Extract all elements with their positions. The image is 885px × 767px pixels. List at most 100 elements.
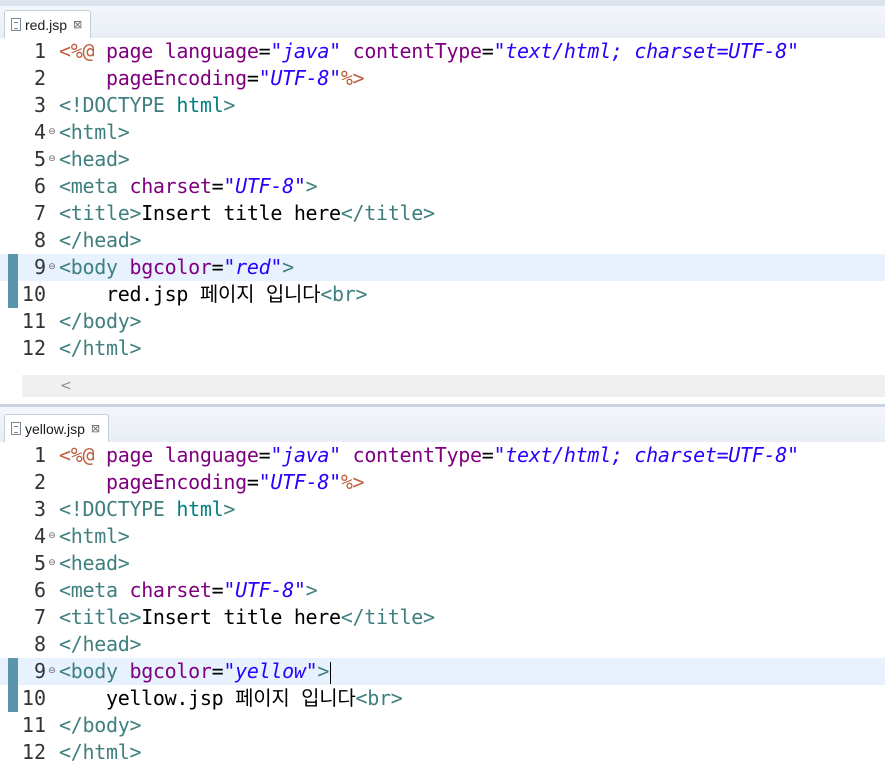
code-token: = bbox=[258, 443, 271, 467]
code-line[interactable]: 6 <meta charset="UTF-8"> bbox=[0, 173, 885, 200]
close-icon[interactable]: ⊠ bbox=[91, 422, 100, 435]
fold-gutter bbox=[46, 442, 58, 469]
code-text[interactable]: yellow.jsp 페이지 입니다<br> bbox=[59, 685, 403, 712]
code-line[interactable]: 10 red.jsp 페이지 입니다<br> bbox=[0, 281, 885, 308]
change-marker bbox=[8, 685, 18, 712]
code-line[interactable]: 7 <title>Insert title here</title> bbox=[0, 604, 885, 631]
code-token: "java" bbox=[270, 39, 341, 63]
line-number: 6 bbox=[33, 174, 46, 198]
code-text[interactable]: <title>Insert title here</title> bbox=[59, 604, 435, 631]
code-editor[interactable]: 1 <%@ page language="java" contentType="t… bbox=[0, 38, 885, 362]
code-line[interactable]: 9 ⊖ <body bgcolor="red"> bbox=[0, 254, 885, 281]
fold-collapse-icon[interactable]: ⊖ bbox=[46, 146, 58, 173]
code-line[interactable]: 8 </head> bbox=[0, 631, 885, 658]
code-text[interactable]: red.jsp 페이지 입니다<br> bbox=[59, 281, 368, 308]
code-text[interactable]: <meta charset="UTF-8"> bbox=[59, 577, 318, 604]
code-token: = bbox=[211, 174, 224, 198]
code-text[interactable]: </body> bbox=[59, 308, 141, 335]
code-line[interactable]: 6 <meta charset="UTF-8"> bbox=[0, 577, 885, 604]
fold-collapse-icon[interactable]: ⊖ bbox=[46, 119, 58, 146]
code-text[interactable]: <meta charset="UTF-8"> bbox=[59, 173, 318, 200]
code-text[interactable]: <title>Insert title here</title> bbox=[59, 200, 435, 227]
code-text[interactable]: <!DOCTYPE html> bbox=[59, 92, 235, 119]
code-line[interactable]: 3 <!DOCTYPE html> bbox=[0, 92, 885, 119]
code-line[interactable]: 12 </html> bbox=[0, 335, 885, 362]
tab-red-jsp[interactable]: red.jsp ⊠ bbox=[4, 10, 92, 38]
file-icon bbox=[11, 18, 21, 31]
code-text[interactable]: <body bgcolor="yellow"> bbox=[59, 658, 332, 685]
fold-collapse-icon[interactable]: ⊖ bbox=[46, 254, 58, 281]
code-line[interactable]: 7 <title>Insert title here</title> bbox=[0, 200, 885, 227]
code-token: <head> bbox=[59, 147, 130, 171]
code-token: Insert title here bbox=[141, 201, 341, 225]
line-number: 8 bbox=[33, 632, 46, 656]
code-token: = bbox=[258, 39, 271, 63]
fold-gutter bbox=[46, 92, 58, 119]
file-icon bbox=[11, 422, 21, 435]
code-token: > bbox=[305, 578, 318, 602]
code-text[interactable]: pageEncoding="UTF-8"%> bbox=[59, 65, 365, 92]
line-number: 2 bbox=[33, 66, 46, 90]
ruler-cell bbox=[8, 227, 18, 254]
code-line[interactable]: 4 ⊖ <html> bbox=[0, 119, 885, 146]
change-marker bbox=[8, 254, 18, 281]
ruler-cell bbox=[8, 200, 18, 227]
fold-collapse-icon[interactable]: ⊖ bbox=[46, 550, 58, 577]
code-text[interactable]: <head> bbox=[59, 146, 130, 173]
code-token: = bbox=[246, 470, 259, 494]
code-token: <html> bbox=[59, 120, 130, 144]
code-token: contentType bbox=[352, 39, 482, 63]
scroll-left-icon[interactable]: < bbox=[60, 378, 72, 394]
horizontal-scrollbar[interactable]: < bbox=[22, 375, 885, 397]
code-text[interactable]: </head> bbox=[59, 631, 141, 658]
code-line[interactable]: 1 <%@ page language="java" contentType="t… bbox=[0, 442, 885, 469]
code-token: <%@ bbox=[59, 39, 106, 63]
code-text[interactable]: </html> bbox=[59, 335, 141, 362]
code-line[interactable]: 5 ⊖ <head> bbox=[0, 146, 885, 173]
line-number: 4 bbox=[33, 524, 46, 548]
code-line[interactable]: 9 ⊖ <body bgcolor="yellow"> bbox=[0, 658, 885, 685]
code-token: > bbox=[223, 497, 236, 521]
code-line[interactable]: 1 <%@ page language="java" contentType="t… bbox=[0, 38, 885, 65]
code-text[interactable]: <%@ page language="java" contentType="te… bbox=[59, 38, 799, 65]
code-token: = bbox=[481, 39, 494, 63]
code-token: html bbox=[176, 497, 224, 521]
code-token: yellow.jsp 페이지 입니다 bbox=[59, 686, 356, 710]
line-number: 10 bbox=[21, 686, 46, 710]
code-line[interactable]: 4 ⊖ <html> bbox=[0, 523, 885, 550]
close-icon[interactable]: ⊠ bbox=[73, 18, 82, 31]
fold-collapse-icon[interactable]: ⊖ bbox=[46, 658, 58, 685]
code-editor[interactable]: 1 <%@ page language="java" contentType="t… bbox=[0, 442, 885, 766]
code-line[interactable]: 10 yellow.jsp 페이지 입니다<br> bbox=[0, 685, 885, 712]
code-line[interactable]: 12 </html> bbox=[0, 739, 885, 766]
code-text[interactable]: <!DOCTYPE html> bbox=[59, 496, 235, 523]
fold-gutter bbox=[46, 577, 58, 604]
code-text[interactable]: <%@ page language="java" contentType="te… bbox=[59, 442, 799, 469]
code-text[interactable]: pageEncoding="UTF-8"%> bbox=[59, 469, 365, 496]
code-text[interactable]: </body> bbox=[59, 712, 141, 739]
code-text[interactable]: </html> bbox=[59, 739, 141, 766]
code-text[interactable]: </head> bbox=[59, 227, 141, 254]
code-line[interactable]: 3 <!DOCTYPE html> bbox=[0, 496, 885, 523]
ruler-cell bbox=[8, 173, 18, 200]
fold-gutter bbox=[46, 335, 58, 362]
fold-gutter bbox=[46, 496, 58, 523]
code-token: </title> bbox=[340, 201, 435, 225]
code-text[interactable]: <html> bbox=[59, 523, 130, 550]
code-line[interactable]: 11 </body> bbox=[0, 712, 885, 739]
code-text[interactable]: <head> bbox=[59, 550, 130, 577]
code-line[interactable]: 2 pageEncoding="UTF-8"%> bbox=[0, 469, 885, 496]
editor-tab-bar: yellow.jsp ⊠ bbox=[0, 404, 885, 442]
code-line[interactable]: 11 </body> bbox=[0, 308, 885, 335]
code-line[interactable]: 8 </head> bbox=[0, 227, 885, 254]
code-text[interactable]: <body bgcolor="red"> bbox=[59, 254, 294, 281]
line-number: 3 bbox=[33, 497, 46, 521]
tab-yellow-jsp[interactable]: yellow.jsp ⊠ bbox=[4, 414, 110, 442]
code-line[interactable]: 2 pageEncoding="UTF-8"%> bbox=[0, 65, 885, 92]
fold-collapse-icon[interactable]: ⊖ bbox=[46, 523, 58, 550]
ruler-cell bbox=[8, 523, 18, 550]
ruler-cell bbox=[8, 604, 18, 631]
code-line[interactable]: 5 ⊖ <head> bbox=[0, 550, 885, 577]
code-text[interactable]: <html> bbox=[59, 119, 130, 146]
